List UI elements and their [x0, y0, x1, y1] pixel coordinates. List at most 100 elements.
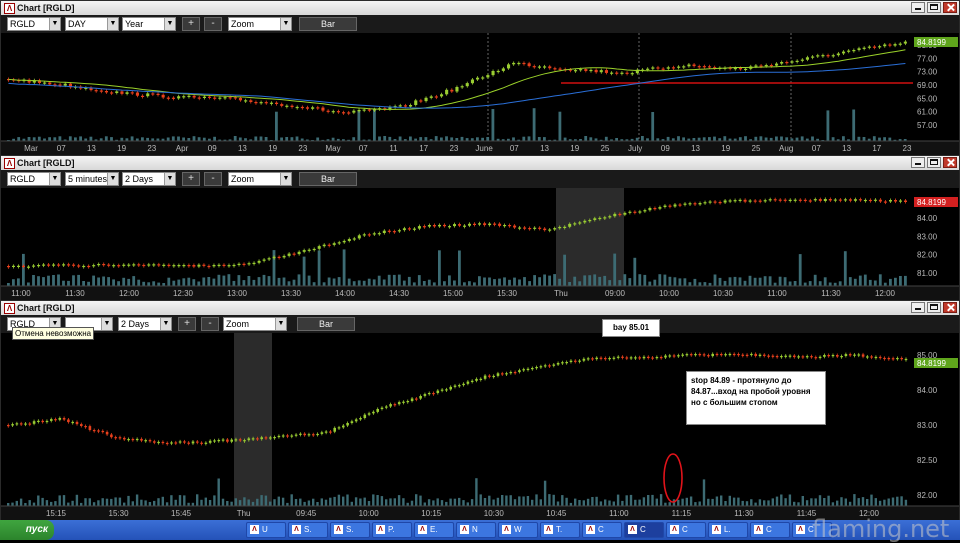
volume-bar	[625, 495, 628, 506]
range-select[interactable]: 2 Days ▼	[122, 172, 176, 186]
taskbar-window-button[interactable]: Λ E.	[414, 522, 454, 538]
volume-bar	[285, 137, 289, 141]
interval-select[interactable]: 5 minutes ▼	[65, 172, 119, 186]
candle	[243, 440, 246, 442]
candle	[320, 432, 324, 434]
maximize-icon[interactable]	[927, 2, 941, 13]
volume-bar	[207, 277, 211, 286]
zoom-select[interactable]: Zoom ▼	[228, 17, 292, 31]
zoom-in-button[interactable]: +	[182, 172, 200, 186]
window-titlebar[interactable]: Λ Chart [RGLD]	[1, 1, 959, 15]
volume-bar	[814, 498, 817, 506]
candle	[17, 265, 20, 267]
interval-select[interactable]: DAY ▼	[65, 17, 119, 31]
app-window-icon: Λ	[292, 525, 301, 534]
chevron-down-icon[interactable]: ▼	[107, 18, 118, 30]
volume-bar	[723, 136, 727, 141]
candle	[831, 55, 835, 57]
close-icon[interactable]	[943, 157, 957, 168]
candle	[463, 225, 466, 227]
volume-bar	[828, 282, 832, 286]
bar-style-button[interactable]: Bar	[299, 17, 357, 31]
maximize-icon[interactable]	[927, 157, 941, 168]
candle	[264, 102, 268, 104]
candle	[419, 396, 422, 399]
volume-bar	[462, 500, 465, 506]
zoom-select[interactable]: Zoom ▼	[228, 172, 292, 186]
taskbar-window-button[interactable]: Λ T.	[540, 522, 580, 538]
chevron-down-icon[interactable]: ▼	[164, 173, 175, 185]
range-select[interactable]: 2 Days ▼	[118, 317, 172, 331]
start-button[interactable]: пуск	[0, 520, 54, 540]
symbol-select[interactable]: RGLD ▼	[7, 17, 61, 31]
taskbar-window-button[interactable]: ΛC	[750, 522, 790, 538]
candle	[512, 62, 516, 65]
bar-style-button[interactable]: Bar	[297, 317, 355, 331]
taskbar-window-button[interactable]: Λ S.	[330, 522, 370, 538]
zoom-in-button[interactable]: +	[178, 317, 196, 331]
chevron-down-icon[interactable]: ▼	[49, 18, 60, 30]
candle	[412, 228, 416, 230]
chevron-down-icon[interactable]: ▼	[49, 173, 60, 185]
minimize-icon[interactable]	[911, 2, 925, 13]
window-title: Chart [RGLD]	[17, 158, 75, 168]
window-titlebar[interactable]: Λ Chart [RGLD]	[1, 156, 959, 170]
minimize-icon[interactable]	[911, 302, 925, 313]
price-chart[interactable]: 81.0077.0073.0069.0065.0061.0057.0084.81…	[1, 33, 959, 155]
candle	[836, 355, 839, 357]
close-icon[interactable]	[943, 302, 957, 313]
bar-style-button[interactable]: Bar	[299, 172, 357, 186]
candle	[599, 357, 603, 359]
chevron-down-icon[interactable]: ▼	[107, 173, 118, 185]
candle	[372, 411, 375, 414]
chevron-down-icon[interactable]: ▼	[280, 18, 291, 30]
volume-bar	[19, 498, 23, 506]
volume-bar	[131, 501, 134, 506]
volume-bar	[733, 276, 737, 286]
volume-bar	[88, 498, 91, 506]
volume-bar	[826, 110, 830, 141]
zoom-in-button[interactable]: +	[182, 17, 200, 31]
taskbar-window-button[interactable]: ΛU	[246, 522, 286, 538]
taskbar-window-button[interactable]: ΛC	[666, 522, 706, 538]
candle	[82, 265, 86, 268]
window-titlebar[interactable]: Λ Chart [RGLD]	[1, 301, 959, 315]
candle	[629, 357, 633, 359]
maximize-icon[interactable]	[927, 302, 941, 313]
volume-bar	[450, 137, 454, 141]
zoom-out-button[interactable]: -	[201, 317, 219, 331]
candle	[217, 440, 221, 442]
taskbar-window-button[interactable]: ΛW	[498, 522, 538, 538]
zoom-out-button[interactable]: -	[204, 172, 222, 186]
volume-bar	[197, 137, 201, 141]
volume-bar	[302, 256, 306, 286]
volume-bar	[144, 500, 147, 506]
chevron-down-icon[interactable]: ▼	[160, 318, 171, 330]
candle	[823, 355, 826, 357]
taskbar-window-button[interactable]: ΛC	[582, 522, 622, 538]
candle	[277, 435, 281, 438]
chevron-down-icon[interactable]: ▼	[275, 318, 286, 330]
volume-bar	[157, 498, 160, 506]
taskbar-window-button[interactable]: Λ L.	[708, 522, 748, 538]
minimize-icon[interactable]	[911, 157, 925, 168]
taskbar-window-button[interactable]: ΛN	[456, 522, 496, 538]
symbol-select[interactable]: RGLD ▼	[7, 172, 61, 186]
candle	[389, 404, 392, 407]
price-chart[interactable]: 85.0084.0083.0082.5082.0084.819915:15 15:…	[1, 333, 959, 520]
close-icon[interactable]	[943, 2, 957, 13]
zoom-select[interactable]: Zoom ▼	[223, 317, 287, 331]
chevron-down-icon[interactable]: ▼	[280, 173, 291, 185]
taskbar-window-button[interactable]: Λ S.	[288, 522, 328, 538]
range-select[interactable]: Year ▼	[122, 17, 176, 31]
price-chart[interactable]: 84.00 83.00 82.00 81.00 84.8199 11:00 11:30 12:…	[1, 188, 959, 300]
chevron-down-icon[interactable]: ▼	[101, 318, 112, 330]
time-tick-label: 19	[721, 144, 730, 153]
candle	[647, 356, 650, 358]
chevron-down-icon[interactable]: ▼	[164, 18, 175, 30]
zoom-out-button[interactable]: -	[204, 17, 222, 31]
volume-bar	[277, 277, 281, 286]
candle	[479, 378, 483, 380]
taskbar-window-button[interactable]: Λ P.	[372, 522, 412, 538]
taskbar-window-button[interactable]: ΛC	[624, 522, 664, 538]
